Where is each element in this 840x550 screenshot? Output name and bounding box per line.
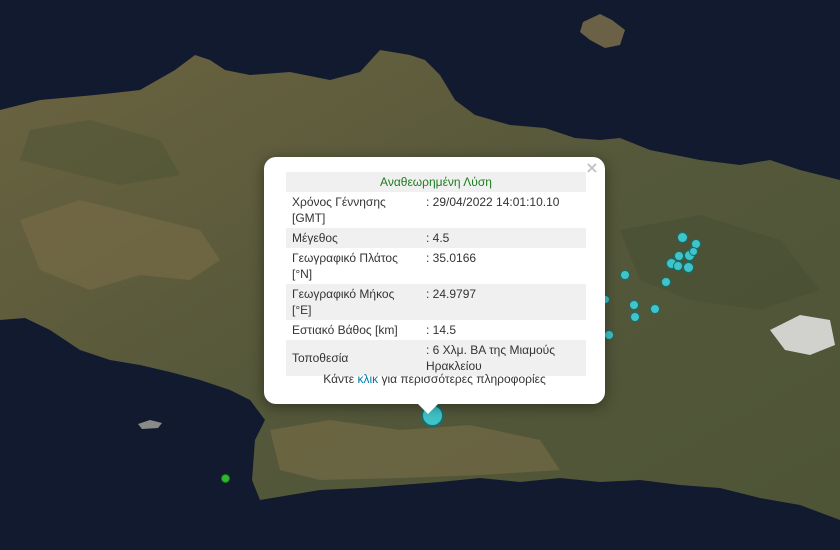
earthquake-marker[interactable] — [630, 312, 640, 322]
row-label: Γεωγραφικό Πλάτος [°N] — [292, 251, 398, 281]
more-prefix: Κάντε — [323, 372, 358, 386]
earthquake-marker[interactable] — [677, 232, 688, 243]
earthquake-marker[interactable] — [650, 304, 660, 314]
close-icon[interactable]: × — [584, 160, 600, 176]
info-table: Αναθεωρημένη Λύση Χρόνος Γέννησης [GMT]:… — [286, 172, 586, 376]
row-label: Εστιακό Βάθος [km] — [292, 323, 398, 337]
row-value: : 14.5 — [426, 323, 457, 337]
row-label: Γεωγραφικό Μήκος [°E] — [286, 284, 420, 320]
earthquake-marker[interactable] — [629, 300, 639, 310]
earthquake-marker[interactable] — [689, 247, 698, 256]
popup-title: Αναθεωρημένη Λύση — [286, 172, 586, 192]
map-view[interactable]: × Αναθεωρημένη Λύση Χρόνος Γέννησης [GMT… — [0, 0, 840, 550]
row-value: : 35.0166 — [426, 251, 477, 265]
earthquake-marker[interactable] — [673, 261, 683, 271]
earthquake-marker[interactable] — [604, 330, 614, 340]
more-info-line: Κάντε κλικ για περισσότερες πληροφορίες — [264, 372, 605, 386]
earthquake-info-popup: × Αναθεωρημένη Λύση Χρόνος Γέννησης [GMT… — [264, 157, 605, 404]
row-label: Μέγεθος — [286, 228, 420, 248]
row-value: : 24.9797 — [420, 284, 586, 320]
earthquake-marker[interactable] — [683, 262, 694, 273]
row-value: : 29/04/2022 14:01:10.10 — [426, 195, 560, 209]
row-label: Τοποθεσία — [286, 340, 420, 376]
row-value: : 4.5 — [420, 228, 586, 248]
row-label: Χρόνος Γέννησης [GMT] — [292, 195, 386, 225]
row-value: : 6 Χλμ. ΒΑ της Μιαμούς Ηρακλείου — [420, 340, 586, 376]
more-suffix: για περισσότερες πληροφορίες — [378, 372, 546, 386]
popup-tip — [417, 403, 439, 414]
earthquake-marker[interactable] — [661, 277, 671, 287]
earthquake-marker[interactable] — [620, 270, 630, 280]
more-info-link[interactable]: κλικ — [357, 372, 378, 386]
earthquake-marker-green[interactable] — [221, 474, 230, 483]
